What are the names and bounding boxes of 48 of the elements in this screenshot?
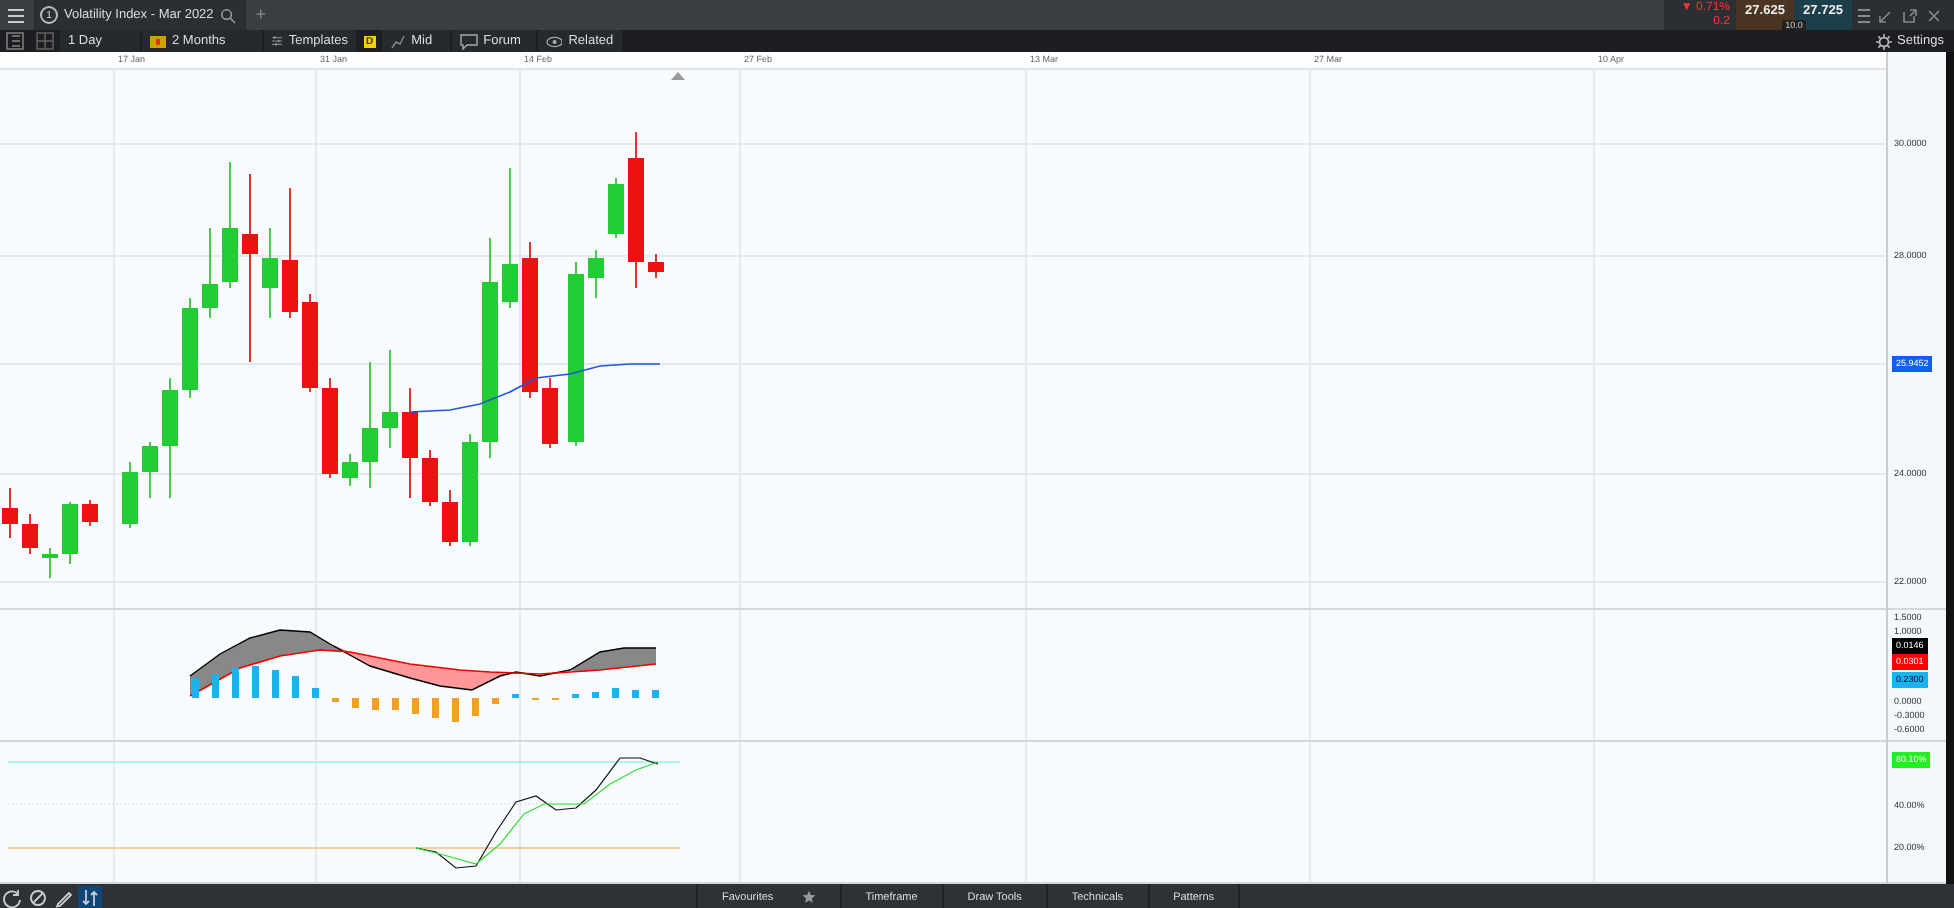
- candle: [442, 489, 458, 547]
- candle: [2, 487, 18, 539]
- candle: [62, 501, 78, 565]
- eye-icon: [545, 35, 563, 47]
- menu-icon[interactable]: [1858, 5, 1870, 25]
- arrows-tool-button[interactable]: [78, 885, 102, 908]
- candle: [182, 297, 198, 399]
- minimize-icon[interactable]: [1878, 7, 1894, 23]
- candle: [262, 227, 278, 319]
- candle: [162, 377, 178, 499]
- candle: [342, 453, 358, 487]
- candle: [588, 249, 604, 299]
- refresh-icon: [2, 887, 22, 907]
- popout-icon[interactable]: [1902, 7, 1918, 23]
- candle: [302, 293, 318, 393]
- candle: [22, 513, 38, 555]
- candle: [222, 161, 238, 289]
- candle: [648, 253, 664, 279]
- candle: [82, 499, 98, 527]
- candle: [542, 377, 558, 449]
- candle: [282, 187, 298, 319]
- menu-icon[interactable]: [6, 5, 26, 25]
- speech-bubble-icon: [459, 33, 478, 49]
- candle: [462, 433, 478, 547]
- candle: [422, 449, 438, 507]
- layout-icon[interactable]: [36, 32, 54, 50]
- settings-icon: [1875, 33, 1891, 49]
- candle: [42, 547, 58, 579]
- search-icon[interactable]: [219, 7, 236, 23]
- ban-tool-button[interactable]: [26, 885, 50, 908]
- ban-icon: [28, 887, 48, 907]
- candle: [382, 349, 398, 449]
- candle: [202, 227, 218, 319]
- sliders-icon: [272, 34, 283, 48]
- candle: [608, 177, 624, 239]
- candle: [362, 361, 378, 489]
- candle: [142, 441, 158, 499]
- candle: [322, 377, 338, 479]
- candle: [402, 387, 418, 499]
- refresh-tool-button[interactable]: [0, 885, 24, 908]
- candle: [502, 167, 518, 309]
- candle: [122, 461, 138, 529]
- pencil-icon: [54, 887, 74, 907]
- star-icon: [801, 890, 816, 904]
- close-icon[interactable]: [1926, 7, 1942, 23]
- arrows-icon: [80, 887, 100, 907]
- panel-icon[interactable]: [6, 32, 24, 50]
- chart-icon: [389, 33, 406, 49]
